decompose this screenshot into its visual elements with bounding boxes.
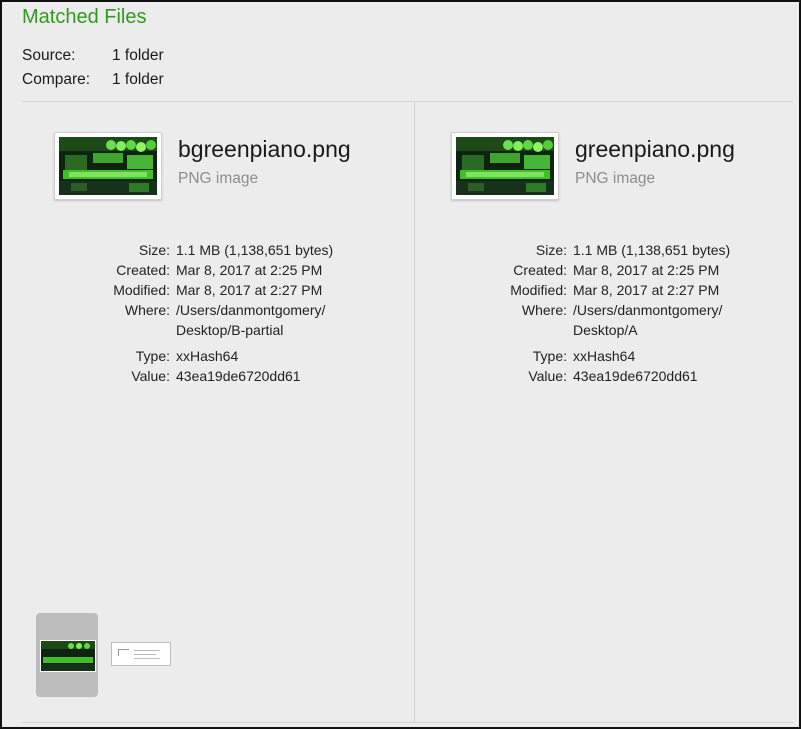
hash-type-label: Type: [135, 348, 170, 364]
hash-type-value: xxHash64 [573, 348, 636, 364]
where-label: Where: [521, 302, 567, 318]
source-value: 1 folder [112, 47, 164, 64]
where-value-line1: /Users/danmontgomery/ [573, 302, 723, 318]
modified-value: Mar 8, 2017 at 2:27 PM [176, 282, 323, 298]
mini-thumbnail-selected[interactable] [36, 613, 98, 697]
section-title: Matched Files [22, 6, 147, 28]
right-file-name: greenpiano.png [575, 136, 735, 162]
created-value: Mar 8, 2017 at 2:25 PM [176, 262, 323, 278]
left-file-pane: bgreenpiano.png PNG image Size: 1.1 MB (1… [22, 102, 414, 722]
right-file-metadata: Size: 1.1 MB (1,138,651 bytes) Created: Ma… [437, 240, 730, 386]
image-thumbnail-icon [456, 137, 554, 195]
mini-thumbnail-document[interactable] [111, 642, 171, 666]
image-thumbnail-icon [40, 640, 96, 672]
where-value-line2: Desktop/B-partial [176, 322, 284, 338]
modified-label: Modified: [113, 282, 170, 298]
source-label: Source: [22, 47, 76, 64]
compare-label: Compare: [22, 71, 91, 88]
size-label: Size: [138, 242, 170, 258]
where-value-line2: Desktop/A [573, 322, 638, 338]
compare-value: 1 folder [112, 71, 164, 88]
image-thumbnail-icon [59, 137, 157, 195]
size-value: 1.1 MB (1,138,651 bytes) [573, 242, 731, 258]
hash-value-label: Value: [528, 368, 567, 384]
comparison-summary: Source: 1 folder Compare: 1 folder [22, 47, 164, 95]
size-label: Size: [535, 242, 567, 258]
document-icon [118, 649, 129, 656]
where-value-line1: /Users/danmontgomery/ [176, 302, 326, 318]
right-file-pane: greenpiano.png PNG image Size: 1.1 MB (1,… [415, 102, 797, 722]
right-file-thumbnail[interactable] [451, 132, 559, 200]
created-label: Created: [513, 262, 567, 278]
left-file-metadata: Size: 1.1 MB (1,138,651 bytes) Created: Ma… [40, 240, 333, 386]
hash-value: 43ea19de6720dd61 [176, 368, 301, 384]
created-label: Created: [116, 262, 170, 278]
hash-type-label: Type: [532, 348, 567, 364]
hash-value-label: Value: [131, 368, 170, 384]
created-value: Mar 8, 2017 at 2:25 PM [573, 262, 720, 278]
modified-value: Mar 8, 2017 at 2:27 PM [573, 282, 720, 298]
modified-label: Modified: [510, 282, 567, 298]
compare-row: Compare: 1 folder [22, 71, 164, 95]
hash-type-value: xxHash64 [176, 348, 239, 364]
left-file-thumbnail[interactable] [54, 132, 162, 200]
right-file-kind: PNG image [575, 170, 656, 187]
bottom-divider [22, 722, 793, 723]
hash-value: 43ea19de6720dd61 [573, 368, 698, 384]
matched-files-panel: Matched Files Source: 1 folder Compare: … [0, 0, 801, 729]
left-file-kind: PNG image [178, 170, 259, 187]
left-file-name: bgreenpiano.png [178, 136, 351, 162]
source-row: Source: 1 folder [22, 47, 164, 71]
size-value: 1.1 MB (1,138,651 bytes) [176, 242, 334, 258]
where-label: Where: [124, 302, 170, 318]
